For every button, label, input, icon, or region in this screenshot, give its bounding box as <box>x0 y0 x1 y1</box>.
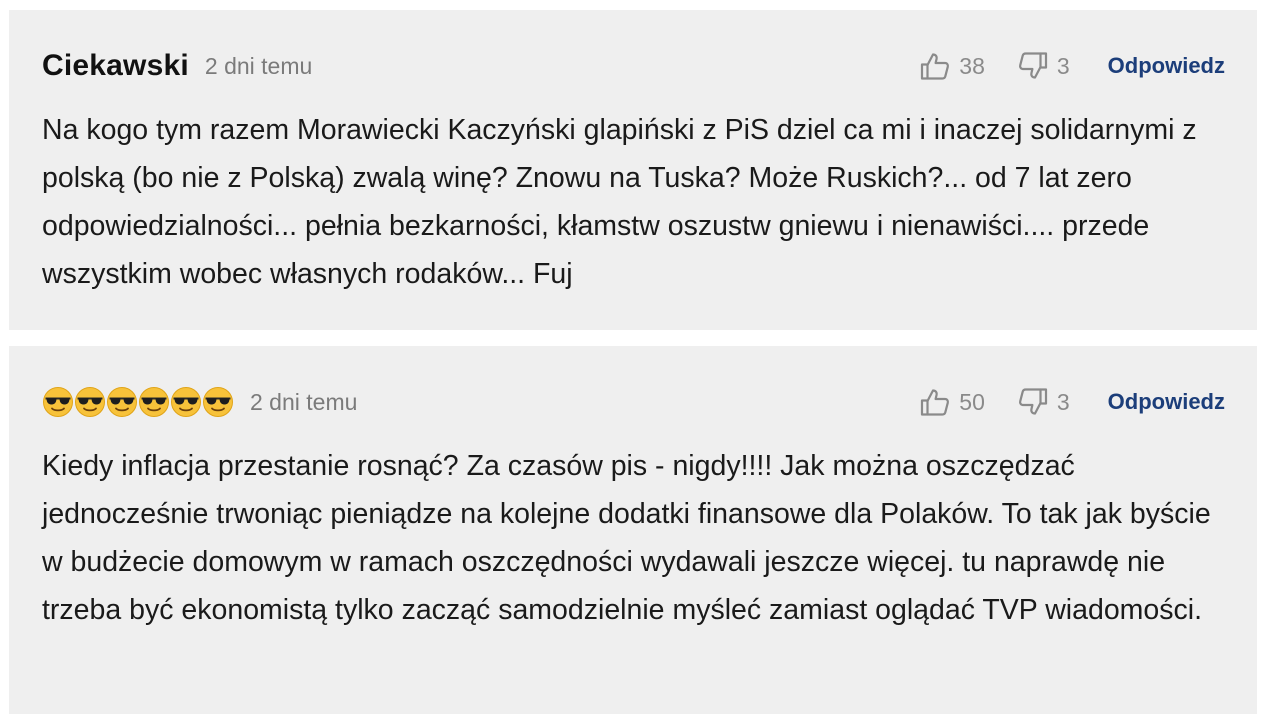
downvote-count: 3 <box>1056 388 1070 415</box>
comment-actions: 50 3 Odpowiedz <box>919 386 1225 418</box>
sunglasses-face-emoji-icon <box>74 386 106 418</box>
comment-author[interactable]: Ciekawski <box>42 49 189 83</box>
thumbs-up-icon <box>919 386 951 418</box>
comment-text: Kiedy inflacja przestanie rosnąć? Za cza… <box>42 450 1211 626</box>
reply-button[interactable]: Odpowiedz <box>1108 389 1225 415</box>
comment-actions: 38 3 Odpowiedz <box>919 50 1225 82</box>
downvote-button[interactable]: 3 <box>1017 50 1070 82</box>
sunglasses-face-emoji-icon <box>138 386 170 418</box>
comment-timestamp: 2 dni temu <box>204 52 313 79</box>
thumbs-down-icon <box>1017 50 1049 82</box>
comment-header: Ciekawski 2 dni temu 38 3 Odpowiedz <box>42 46 1225 86</box>
upvote-count: 38 <box>959 52 985 79</box>
comment-text: Na kogo tym razem Morawiecki Kaczyński g… <box>42 114 1197 290</box>
sunglasses-face-emoji-icon <box>106 386 138 418</box>
downvote-button[interactable]: 3 <box>1017 386 1070 418</box>
upvote-count: 50 <box>959 388 985 415</box>
downvote-count: 3 <box>1056 52 1070 79</box>
thumbs-up-icon <box>919 50 951 82</box>
reply-button[interactable]: Odpowiedz <box>1108 53 1225 79</box>
comment-card: Ciekawski 2 dni temu 38 3 Odpowiedz Na k… <box>9 10 1257 330</box>
sunglasses-face-emoji-icon <box>170 386 202 418</box>
comment-author[interactable] <box>42 386 234 418</box>
upvote-button[interactable]: 50 <box>919 386 985 418</box>
comment-timestamp: 2 dni temu <box>250 388 358 415</box>
thumbs-down-icon <box>1017 386 1049 418</box>
upvote-button[interactable]: 38 <box>919 50 985 82</box>
comment-card: 2 dni temu 50 3 Odpowiedz Kiedy inflacja… <box>9 346 1257 714</box>
sunglasses-face-emoji-icon <box>42 386 74 418</box>
comment-header: 2 dni temu 50 3 Odpowiedz <box>42 382 1225 422</box>
sunglasses-face-emoji-icon <box>202 386 234 418</box>
